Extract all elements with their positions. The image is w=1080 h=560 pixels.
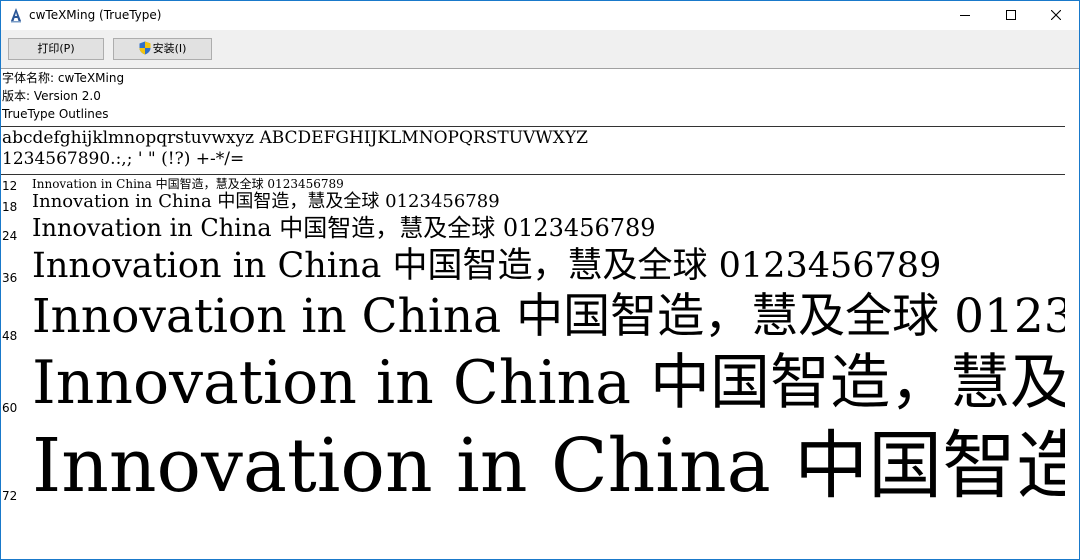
sample-text: Innovation in China 中国智造，慧及全球 0123456789: [32, 214, 656, 242]
vertical-scrollbar[interactable]: [1065, 69, 1079, 559]
sample-size-label: 36: [2, 271, 18, 285]
minimize-button[interactable]: [942, 1, 988, 30]
install-button-label: 安装(I): [152, 42, 187, 55]
charset-divider: [1, 174, 1065, 175]
font-name-label: 字体名称: cwTeXMing: [2, 71, 125, 85]
font-file-icon: [9, 7, 23, 23]
install-button[interactable]: 安装(I): [113, 38, 212, 60]
maximize-icon: [1006, 10, 1016, 20]
sample-text: Innovation in China 中国智造，慧及全球 0123456789: [32, 289, 1065, 344]
close-button[interactable]: [1033, 1, 1079, 30]
sample-text: Innovation in China 中国智造，慧及全球 0123456789: [32, 246, 942, 286]
title-bar[interactable]: cwTeXMing (TrueType): [1, 1, 1079, 30]
charset-digits-symbols: 1234567890.:,; ' " (!?) +-*/=: [2, 149, 245, 169]
sample-text: Innovation in China 中国智造，慧及全球 0123456789: [32, 423, 1065, 509]
sample-text: Innovation in China 中国智造，慧及全球 0123456789: [32, 177, 344, 191]
info-divider: [1, 126, 1065, 127]
font-version-label: 版本: Version 2.0: [2, 89, 101, 103]
font-outline-type-label: TrueType Outlines: [2, 107, 109, 121]
print-button[interactable]: 打印(P): [8, 38, 104, 60]
print-button-label: 打印(P): [37, 42, 75, 55]
sample-text: Innovation in China 中国智造，慧及全球 0123456789: [32, 348, 1065, 418]
sample-text: Innovation in China 中国智造，慧及全球 0123456789: [32, 191, 500, 212]
sample-size-label: 24: [2, 229, 18, 243]
sample-size-label: 48: [2, 329, 18, 343]
minimize-icon: [960, 15, 970, 16]
maximize-button[interactable]: [988, 1, 1034, 30]
font-preview-area[interactable]: 字体名称: cwTeXMing 版本: Version 2.0 TrueType…: [1, 69, 1065, 559]
sample-size-label: 60: [2, 401, 18, 415]
close-icon: [1051, 10, 1061, 20]
charset-letters: abcdefghijklmnopqrstuvwxyz ABCDEFGHIJKLM…: [2, 128, 588, 148]
sample-size-label: 72: [2, 489, 18, 503]
toolbar: 打印(P) 安装(I): [1, 30, 1079, 69]
font-viewer-window: cwTeXMing (TrueType) 打印(P) 安装(I) 字体名称: c…: [0, 0, 1080, 560]
sample-size-label: 18: [2, 200, 18, 214]
uac-shield-icon: [139, 41, 151, 62]
window-title: cwTeXMing (TrueType): [29, 8, 162, 22]
sample-size-label: 12: [2, 179, 18, 193]
